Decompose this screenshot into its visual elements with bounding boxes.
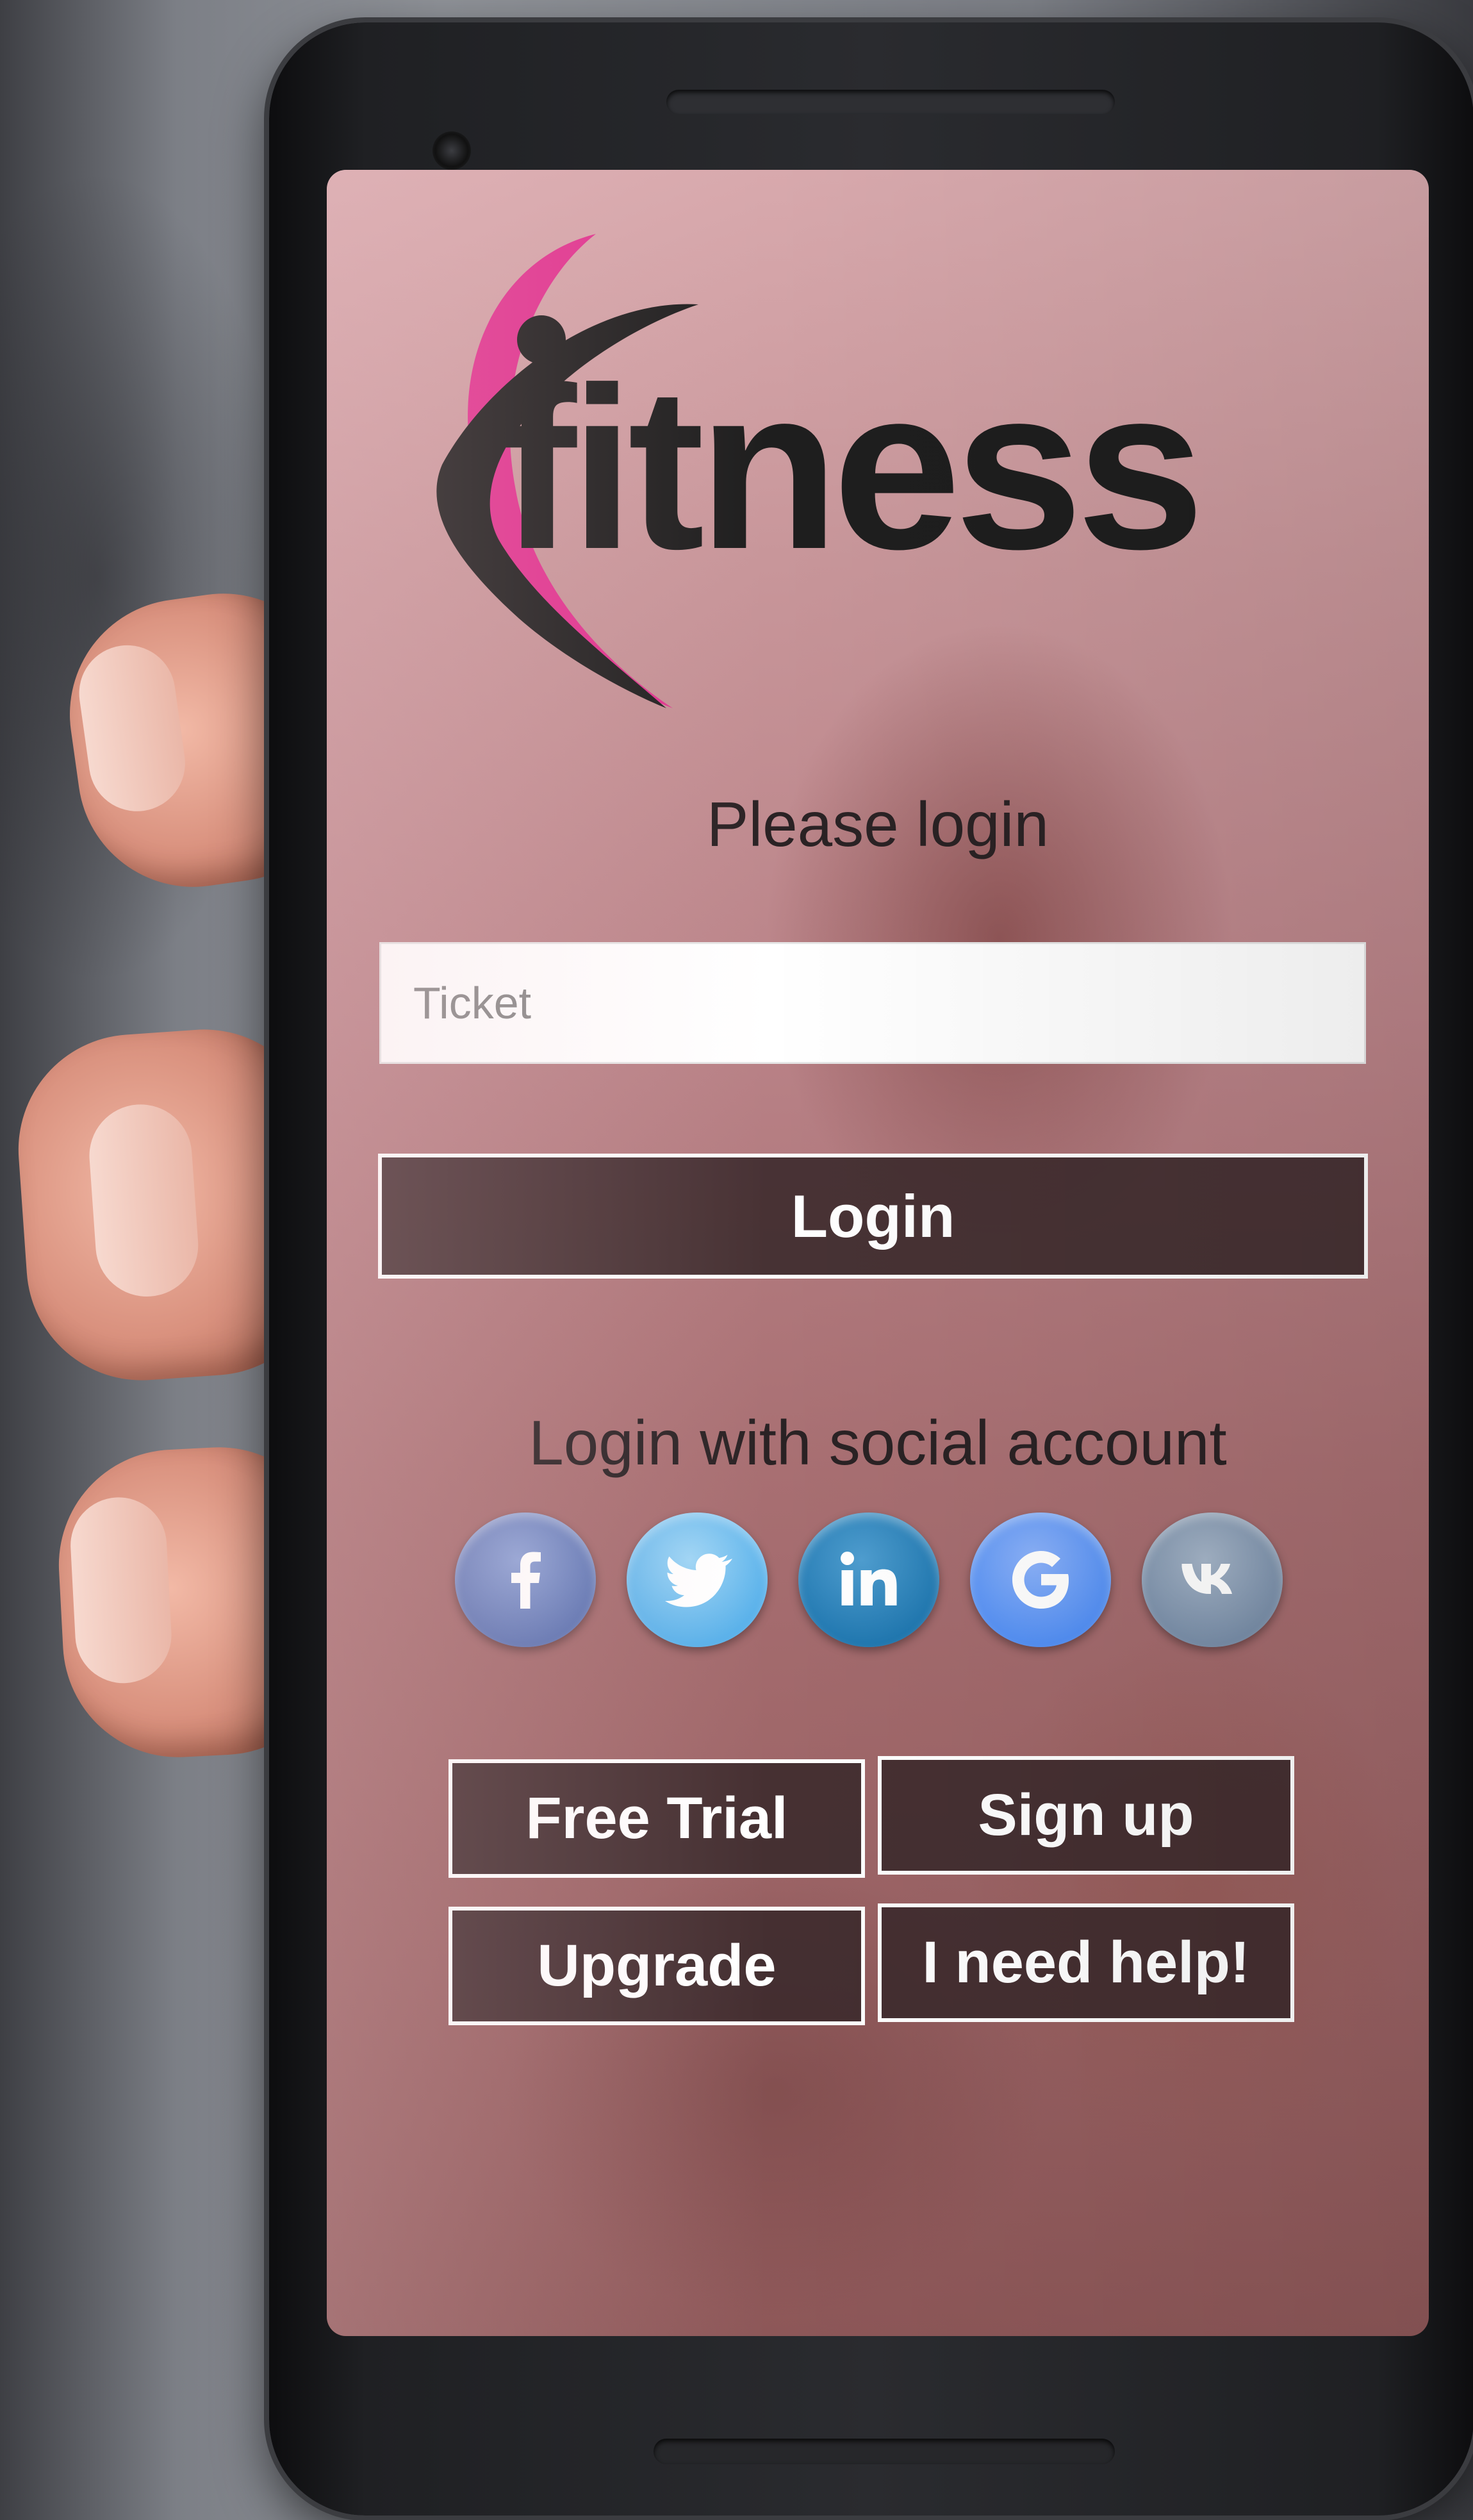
social-login-heading: Login with social account: [529, 1407, 1227, 1478]
google-login-button[interactable]: [970, 1513, 1111, 1647]
fitness-logo: fitness: [436, 234, 1205, 708]
front-camera-icon: [432, 131, 471, 170]
login-heading: Please login: [707, 789, 1049, 859]
free-trial-button[interactable]: Free Trial: [448, 1759, 865, 1878]
login-button[interactable]: Login: [378, 1154, 1368, 1279]
ticket-input[interactable]: [379, 942, 1366, 1064]
linkedin-icon: [841, 1552, 897, 1605]
linkedin-login-button[interactable]: [798, 1513, 939, 1647]
upgrade-button[interactable]: Upgrade: [448, 1907, 865, 2025]
vk-icon: [1181, 1564, 1232, 1594]
google-icon: [1012, 1551, 1069, 1609]
facebook-icon: [511, 1552, 541, 1609]
facebook-login-button[interactable]: [455, 1513, 596, 1647]
twitter-icon: [665, 1554, 732, 1607]
help-button[interactable]: I need help!: [878, 1903, 1294, 2022]
earpiece-speaker: [666, 90, 1115, 114]
bottom-speaker: [654, 2439, 1115, 2464]
app-screen: fitness Please login Login Login with so…: [327, 170, 1429, 2336]
logo-text: fitness: [500, 340, 1198, 597]
sign-up-button[interactable]: Sign up: [878, 1756, 1294, 1875]
social-login-row: [455, 1513, 1301, 1647]
vk-login-button[interactable]: [1142, 1513, 1283, 1647]
twitter-login-button[interactable]: [627, 1513, 768, 1647]
